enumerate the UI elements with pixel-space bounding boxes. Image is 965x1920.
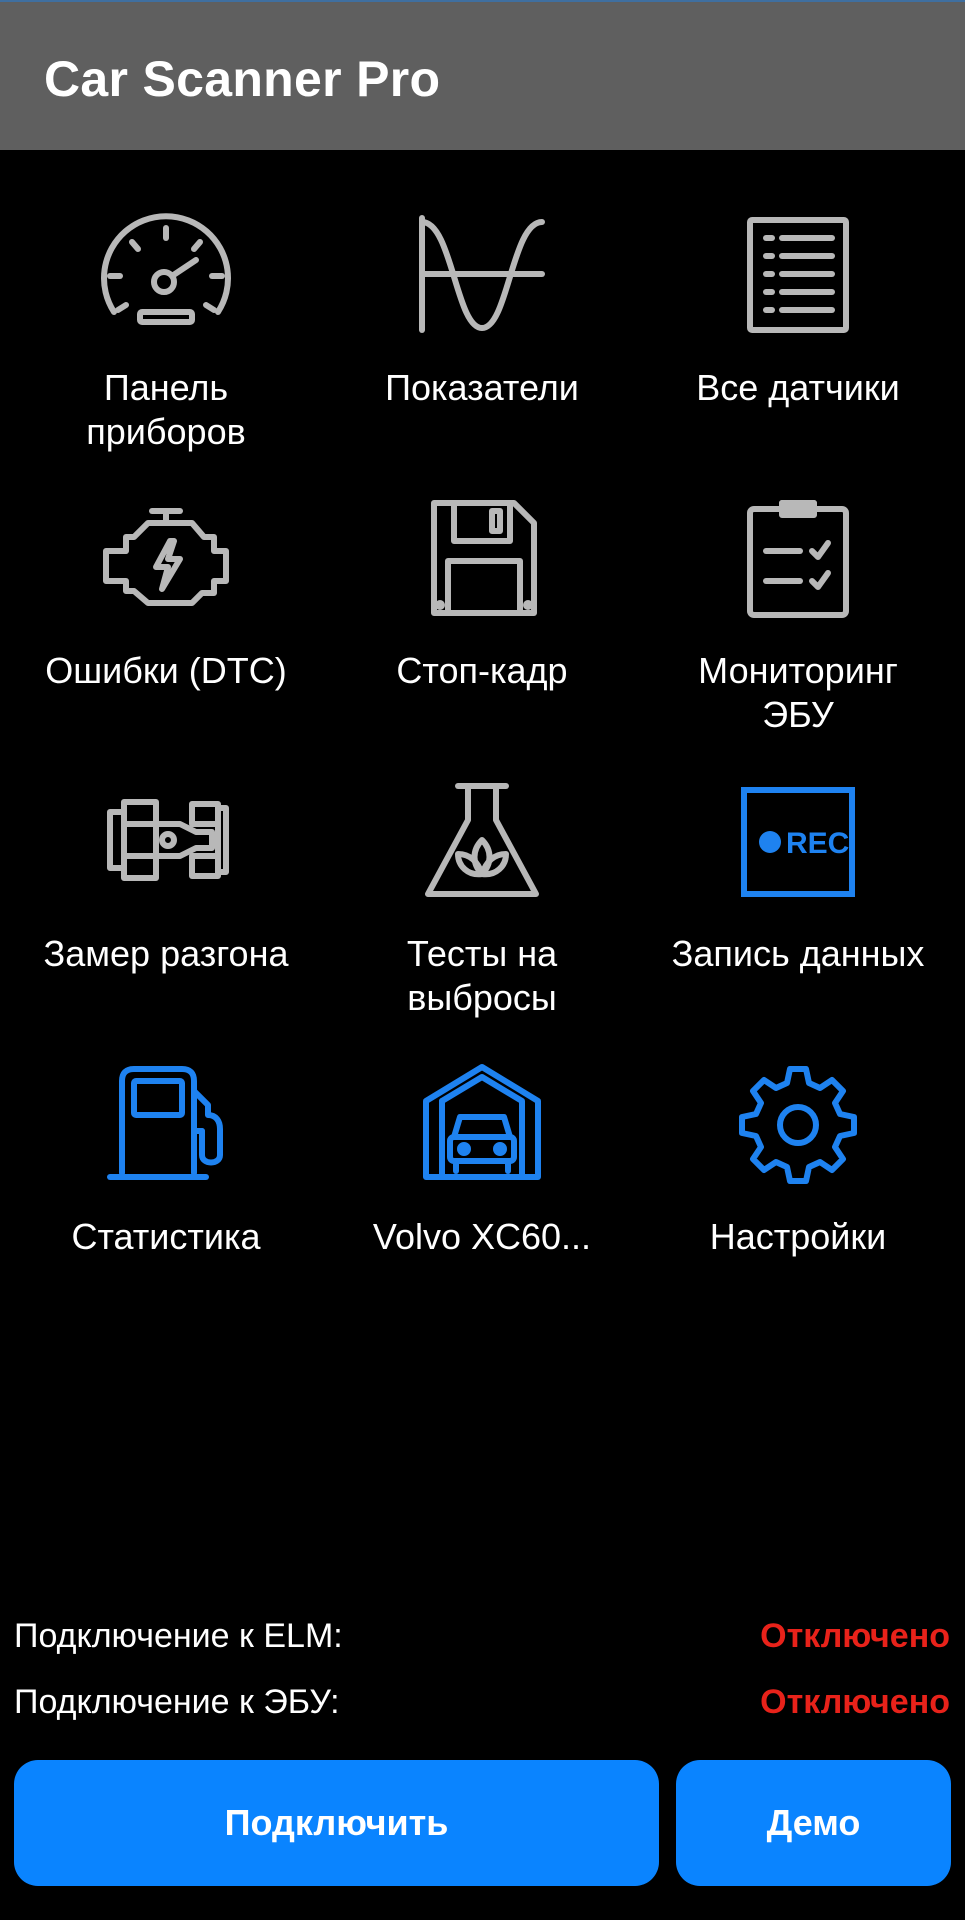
- tile-ecu-monitoring[interactable]: Мониторинг ЭБУ: [640, 483, 956, 765]
- elm-connection-value: Отключено: [760, 1617, 950, 1655]
- tile-settings[interactable]: Настройки: [640, 1049, 956, 1331]
- tile-vehicle[interactable]: Volvo XC60...: [324, 1049, 640, 1331]
- elm-connection-status: Подключение к ELM: Отключено: [14, 1611, 950, 1661]
- race-car-icon: [96, 778, 236, 902]
- tile-label: Запись данных: [671, 933, 925, 974]
- tile-indicators[interactable]: Показатели: [324, 200, 640, 482]
- tile-acceleration[interactable]: Замер разгона: [8, 766, 324, 1048]
- garage-car-icon: [412, 1061, 552, 1185]
- tile-label: Все датчики: [696, 367, 900, 408]
- app-title: Car Scanner Pro: [44, 51, 441, 107]
- tile-label: Стоп-кадр: [396, 650, 568, 691]
- floppy-disk-icon: [412, 495, 552, 619]
- demo-button[interactable]: Демо: [676, 1760, 951, 1886]
- tile-dtc[interactable]: Ошибки (DTC): [8, 483, 324, 765]
- tile-label: Показатели: [385, 367, 579, 408]
- rec-icon: REC: [728, 778, 868, 902]
- list-icon: [728, 212, 868, 336]
- app-bar: Car Scanner Pro: [0, 0, 965, 150]
- clipboard-check-icon: [728, 495, 868, 619]
- connect-button[interactable]: Подключить: [14, 1760, 659, 1886]
- speedometer-icon: [96, 212, 236, 336]
- ecu-connection-value: Отключено: [760, 1683, 950, 1721]
- tile-label: Volvo XC60...: [372, 1216, 592, 1257]
- tile-label: Замер разгона: [43, 933, 289, 974]
- tile-freeze-frame[interactable]: Стоп-кадр: [324, 483, 640, 765]
- tile-dashboard[interactable]: Панель приборов: [8, 200, 324, 482]
- flask-leaf-icon: [412, 778, 552, 902]
- tile-data-recording[interactable]: REC Запись данных: [640, 766, 956, 1048]
- engine-check-icon: [96, 495, 236, 619]
- ecu-connection-status: Подключение к ЭБУ: Отключено: [14, 1677, 950, 1727]
- tile-label: Мониторинг ЭБУ: [698, 650, 898, 735]
- tile-label: Тесты на выбросы: [406, 933, 558, 1018]
- sine-wave-icon: [412, 212, 552, 336]
- elm-connection-label: Подключение к ELM:: [14, 1617, 343, 1655]
- tile-label: Панель приборов: [86, 367, 246, 452]
- tile-label: Ошибки (DTC): [45, 650, 287, 691]
- tile-label: Настройки: [709, 1216, 887, 1257]
- ecu-connection-label: Подключение к ЭБУ:: [14, 1683, 340, 1721]
- tile-statistics[interactable]: Статистика: [8, 1049, 324, 1331]
- tile-label: Статистика: [71, 1216, 261, 1257]
- tile-all-sensors[interactable]: Все датчики: [640, 200, 956, 482]
- fuel-pump-icon: [96, 1061, 236, 1185]
- rec-text: REC: [786, 827, 849, 860]
- tile-emissions-tests[interactable]: Тесты на выбросы: [324, 766, 640, 1048]
- gear-icon: [728, 1061, 868, 1185]
